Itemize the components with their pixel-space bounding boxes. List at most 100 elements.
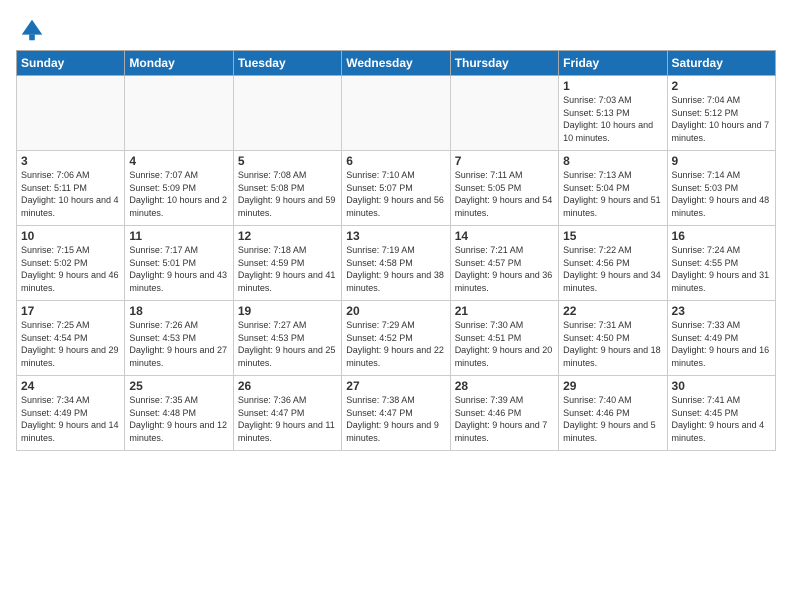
- calendar-week-3: 10Sunrise: 7:15 AM Sunset: 5:02 PM Dayli…: [17, 226, 776, 301]
- calendar-week-4: 17Sunrise: 7:25 AM Sunset: 4:54 PM Dayli…: [17, 301, 776, 376]
- calendar-cell: 23Sunrise: 7:33 AM Sunset: 4:49 PM Dayli…: [667, 301, 775, 376]
- calendar-cell: [17, 76, 125, 151]
- day-number: 17: [21, 304, 120, 318]
- day-header-wednesday: Wednesday: [342, 51, 450, 76]
- day-info: Sunrise: 7:14 AM Sunset: 5:03 PM Dayligh…: [672, 169, 771, 219]
- calendar-cell: 15Sunrise: 7:22 AM Sunset: 4:56 PM Dayli…: [559, 226, 667, 301]
- calendar-cell: 19Sunrise: 7:27 AM Sunset: 4:53 PM Dayli…: [233, 301, 341, 376]
- day-info: Sunrise: 7:08 AM Sunset: 5:08 PM Dayligh…: [238, 169, 337, 219]
- day-info: Sunrise: 7:35 AM Sunset: 4:48 PM Dayligh…: [129, 394, 228, 444]
- day-info: Sunrise: 7:41 AM Sunset: 4:45 PM Dayligh…: [672, 394, 771, 444]
- day-info: Sunrise: 7:24 AM Sunset: 4:55 PM Dayligh…: [672, 244, 771, 294]
- calendar-cell: 13Sunrise: 7:19 AM Sunset: 4:58 PM Dayli…: [342, 226, 450, 301]
- day-info: Sunrise: 7:07 AM Sunset: 5:09 PM Dayligh…: [129, 169, 228, 219]
- calendar-cell: 8Sunrise: 7:13 AM Sunset: 5:04 PM Daylig…: [559, 151, 667, 226]
- day-header-thursday: Thursday: [450, 51, 558, 76]
- day-number: 16: [672, 229, 771, 243]
- day-info: Sunrise: 7:22 AM Sunset: 4:56 PM Dayligh…: [563, 244, 662, 294]
- day-number: 18: [129, 304, 228, 318]
- calendar-cell: 10Sunrise: 7:15 AM Sunset: 5:02 PM Dayli…: [17, 226, 125, 301]
- calendar-cell: 6Sunrise: 7:10 AM Sunset: 5:07 PM Daylig…: [342, 151, 450, 226]
- day-number: 13: [346, 229, 445, 243]
- calendar-cell: 14Sunrise: 7:21 AM Sunset: 4:57 PM Dayli…: [450, 226, 558, 301]
- day-number: 5: [238, 154, 337, 168]
- calendar-cell: 11Sunrise: 7:17 AM Sunset: 5:01 PM Dayli…: [125, 226, 233, 301]
- day-info: Sunrise: 7:04 AM Sunset: 5:12 PM Dayligh…: [672, 94, 771, 144]
- day-info: Sunrise: 7:36 AM Sunset: 4:47 PM Dayligh…: [238, 394, 337, 444]
- day-number: 29: [563, 379, 662, 393]
- day-number: 27: [346, 379, 445, 393]
- calendar-cell: 9Sunrise: 7:14 AM Sunset: 5:03 PM Daylig…: [667, 151, 775, 226]
- day-header-sunday: Sunday: [17, 51, 125, 76]
- day-header-tuesday: Tuesday: [233, 51, 341, 76]
- day-number: 20: [346, 304, 445, 318]
- day-number: 7: [455, 154, 554, 168]
- day-number: 12: [238, 229, 337, 243]
- calendar-cell: 24Sunrise: 7:34 AM Sunset: 4:49 PM Dayli…: [17, 376, 125, 451]
- day-number: 25: [129, 379, 228, 393]
- day-info: Sunrise: 7:06 AM Sunset: 5:11 PM Dayligh…: [21, 169, 120, 219]
- calendar-cell: 3Sunrise: 7:06 AM Sunset: 5:11 PM Daylig…: [17, 151, 125, 226]
- day-number: 4: [129, 154, 228, 168]
- day-header-friday: Friday: [559, 51, 667, 76]
- calendar-cell: 30Sunrise: 7:41 AM Sunset: 4:45 PM Dayli…: [667, 376, 775, 451]
- calendar-cell: 5Sunrise: 7:08 AM Sunset: 5:08 PM Daylig…: [233, 151, 341, 226]
- calendar-cell: 18Sunrise: 7:26 AM Sunset: 4:53 PM Dayli…: [125, 301, 233, 376]
- calendar-cell: [450, 76, 558, 151]
- day-info: Sunrise: 7:11 AM Sunset: 5:05 PM Dayligh…: [455, 169, 554, 219]
- calendar-cell: 21Sunrise: 7:30 AM Sunset: 4:51 PM Dayli…: [450, 301, 558, 376]
- day-info: Sunrise: 7:03 AM Sunset: 5:13 PM Dayligh…: [563, 94, 662, 144]
- day-number: 23: [672, 304, 771, 318]
- calendar-cell: 1Sunrise: 7:03 AM Sunset: 5:13 PM Daylig…: [559, 76, 667, 151]
- calendar-cell: 27Sunrise: 7:38 AM Sunset: 4:47 PM Dayli…: [342, 376, 450, 451]
- day-info: Sunrise: 7:39 AM Sunset: 4:46 PM Dayligh…: [455, 394, 554, 444]
- day-number: 14: [455, 229, 554, 243]
- day-number: 9: [672, 154, 771, 168]
- day-info: Sunrise: 7:10 AM Sunset: 5:07 PM Dayligh…: [346, 169, 445, 219]
- day-info: Sunrise: 7:30 AM Sunset: 4:51 PM Dayligh…: [455, 319, 554, 369]
- calendar-cell: 20Sunrise: 7:29 AM Sunset: 4:52 PM Dayli…: [342, 301, 450, 376]
- page-header: [16, 16, 776, 40]
- day-info: Sunrise: 7:19 AM Sunset: 4:58 PM Dayligh…: [346, 244, 445, 294]
- day-number: 1: [563, 79, 662, 93]
- calendar-table: SundayMondayTuesdayWednesdayThursdayFrid…: [16, 50, 776, 451]
- day-number: 24: [21, 379, 120, 393]
- calendar-cell: [125, 76, 233, 151]
- day-info: Sunrise: 7:29 AM Sunset: 4:52 PM Dayligh…: [346, 319, 445, 369]
- calendar-cell: 28Sunrise: 7:39 AM Sunset: 4:46 PM Dayli…: [450, 376, 558, 451]
- day-info: Sunrise: 7:26 AM Sunset: 4:53 PM Dayligh…: [129, 319, 228, 369]
- day-info: Sunrise: 7:34 AM Sunset: 4:49 PM Dayligh…: [21, 394, 120, 444]
- calendar-cell: 2Sunrise: 7:04 AM Sunset: 5:12 PM Daylig…: [667, 76, 775, 151]
- calendar-cell: 7Sunrise: 7:11 AM Sunset: 5:05 PM Daylig…: [450, 151, 558, 226]
- calendar-cell: 12Sunrise: 7:18 AM Sunset: 4:59 PM Dayli…: [233, 226, 341, 301]
- calendar-cell: 16Sunrise: 7:24 AM Sunset: 4:55 PM Dayli…: [667, 226, 775, 301]
- day-info: Sunrise: 7:21 AM Sunset: 4:57 PM Dayligh…: [455, 244, 554, 294]
- day-info: Sunrise: 7:27 AM Sunset: 4:53 PM Dayligh…: [238, 319, 337, 369]
- day-info: Sunrise: 7:40 AM Sunset: 4:46 PM Dayligh…: [563, 394, 662, 444]
- calendar-cell: 25Sunrise: 7:35 AM Sunset: 4:48 PM Dayli…: [125, 376, 233, 451]
- calendar-header: SundayMondayTuesdayWednesdayThursdayFrid…: [17, 51, 776, 76]
- day-info: Sunrise: 7:13 AM Sunset: 5:04 PM Dayligh…: [563, 169, 662, 219]
- calendar-week-5: 24Sunrise: 7:34 AM Sunset: 4:49 PM Dayli…: [17, 376, 776, 451]
- day-number: 19: [238, 304, 337, 318]
- day-number: 15: [563, 229, 662, 243]
- calendar-cell: 29Sunrise: 7:40 AM Sunset: 4:46 PM Dayli…: [559, 376, 667, 451]
- calendar-week-2: 3Sunrise: 7:06 AM Sunset: 5:11 PM Daylig…: [17, 151, 776, 226]
- day-number: 11: [129, 229, 228, 243]
- day-header-monday: Monday: [125, 51, 233, 76]
- day-number: 3: [21, 154, 120, 168]
- day-info: Sunrise: 7:18 AM Sunset: 4:59 PM Dayligh…: [238, 244, 337, 294]
- day-number: 6: [346, 154, 445, 168]
- calendar-cell: [233, 76, 341, 151]
- day-info: Sunrise: 7:17 AM Sunset: 5:01 PM Dayligh…: [129, 244, 228, 294]
- calendar-cell: 4Sunrise: 7:07 AM Sunset: 5:09 PM Daylig…: [125, 151, 233, 226]
- calendar-cell: 17Sunrise: 7:25 AM Sunset: 4:54 PM Dayli…: [17, 301, 125, 376]
- day-header-saturday: Saturday: [667, 51, 775, 76]
- logo: [16, 16, 46, 40]
- day-number: 30: [672, 379, 771, 393]
- calendar-cell: 22Sunrise: 7:31 AM Sunset: 4:50 PM Dayli…: [559, 301, 667, 376]
- day-number: 26: [238, 379, 337, 393]
- day-info: Sunrise: 7:31 AM Sunset: 4:50 PM Dayligh…: [563, 319, 662, 369]
- day-number: 10: [21, 229, 120, 243]
- day-number: 8: [563, 154, 662, 168]
